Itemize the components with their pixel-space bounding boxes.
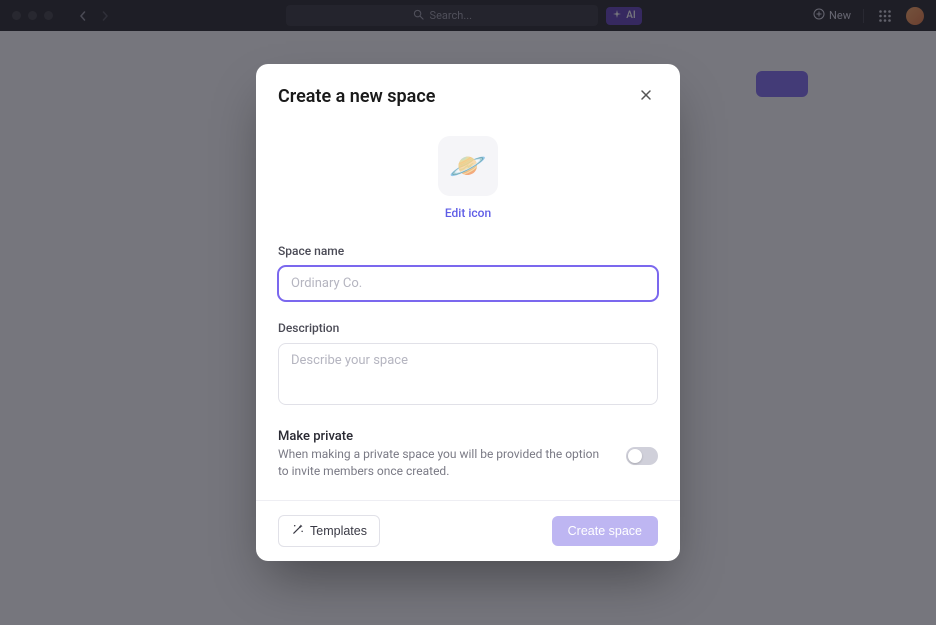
modal-title: Create a new space (278, 86, 435, 107)
description-label: Description (278, 321, 658, 335)
close-button[interactable] (634, 84, 658, 108)
templates-button[interactable]: Templates (278, 515, 380, 547)
description-input[interactable] (278, 343, 658, 405)
close-icon (639, 87, 653, 106)
templates-label: Templates (310, 524, 367, 538)
make-private-title: Make private (278, 429, 610, 444)
modal-overlay: Create a new space 🪐 Edit icon Space nam… (0, 0, 936, 625)
edit-icon-link[interactable]: Edit icon (445, 206, 491, 220)
create-space-modal: Create a new space 🪐 Edit icon Space nam… (256, 64, 680, 561)
make-private-toggle[interactable] (626, 447, 658, 465)
space-icon-picker[interactable]: 🪐 (438, 136, 498, 196)
make-private-desc: When making a private space you will be … (278, 446, 610, 480)
planet-icon: 🪐 (449, 149, 486, 184)
space-name-label: Space name (278, 244, 658, 258)
space-name-input[interactable] (278, 266, 658, 301)
toggle-knob (628, 449, 642, 463)
wand-icon (291, 523, 304, 539)
create-space-button[interactable]: Create space (552, 516, 658, 546)
